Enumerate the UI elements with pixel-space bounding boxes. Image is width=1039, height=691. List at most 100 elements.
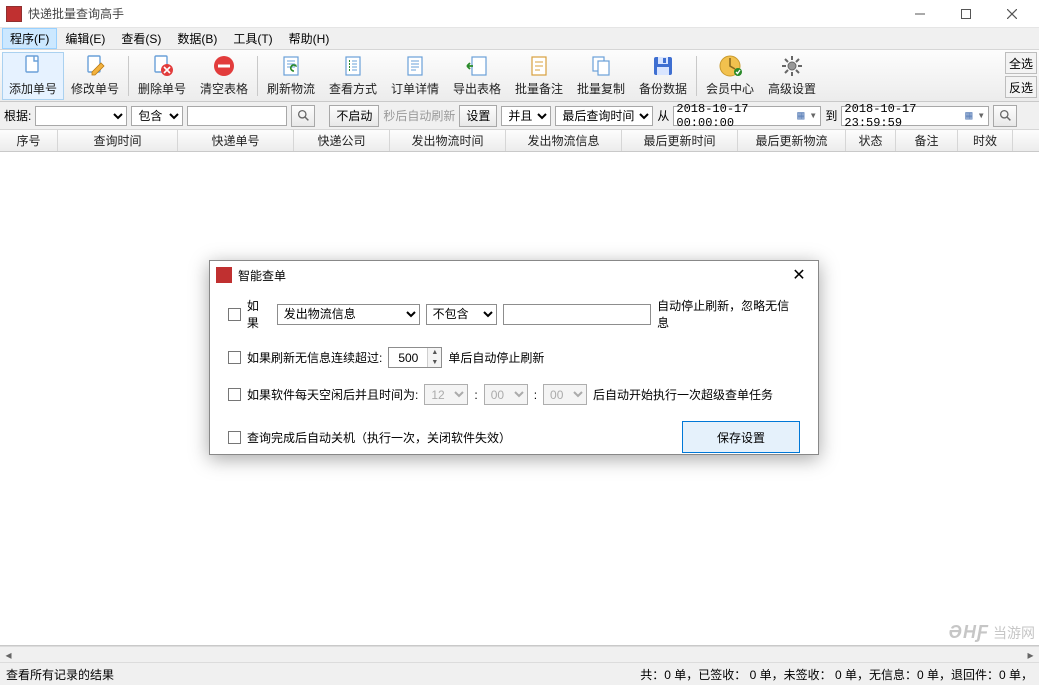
dialog-row-4: 查询完成后自动关机（执行一次，关闭软件失效） 保存设置 bbox=[228, 421, 800, 453]
column-header[interactable]: 最后更新物流 bbox=[738, 130, 846, 151]
dialog-row-1: 如果 发出物流信息 不包含 自动停止刷新，忽略无信息 bbox=[228, 297, 800, 331]
note-icon bbox=[527, 54, 551, 78]
auto-refresh-suffix: 秒后自动刷新 bbox=[383, 107, 455, 124]
dialog-row-2: 如果刷新无信息连续超过: ▲▼ 单后自动停止刷新 bbox=[228, 347, 800, 368]
column-header[interactable]: 序号 bbox=[0, 130, 58, 151]
minute-select[interactable]: 00 bbox=[484, 384, 528, 405]
doc-add-icon bbox=[21, 54, 45, 78]
second-select[interactable]: 00 bbox=[543, 384, 587, 405]
member-icon bbox=[718, 54, 742, 78]
filter-value-input[interactable] bbox=[187, 106, 287, 126]
filter-root-label: 根据: bbox=[4, 107, 31, 124]
column-header[interactable]: 快递公司 bbox=[294, 130, 390, 151]
detail-icon bbox=[403, 54, 427, 78]
gear-icon bbox=[780, 54, 804, 78]
save-settings-button[interactable]: 保存设置 bbox=[682, 421, 800, 453]
tool-refresh[interactable]: 刷新物流 bbox=[260, 52, 322, 100]
column-header[interactable]: 最后更新时间 bbox=[622, 130, 738, 151]
column-header[interactable]: 快递单号 bbox=[178, 130, 294, 151]
maximize-button[interactable] bbox=[943, 0, 989, 28]
doc-edit-icon bbox=[83, 54, 107, 78]
minimize-button[interactable] bbox=[897, 0, 943, 28]
tool-export[interactable]: 导出表格 bbox=[446, 52, 508, 100]
tool-member[interactable]: 会员中心 bbox=[699, 52, 761, 100]
op-select[interactable]: 不包含 bbox=[426, 304, 497, 325]
checkbox-idle[interactable] bbox=[228, 388, 241, 401]
side-button-1[interactable]: 反选 bbox=[1005, 76, 1037, 98]
window-title: 快递批量查询高手 bbox=[28, 5, 124, 22]
dialog-close-button[interactable]: ✕ bbox=[786, 265, 812, 285]
value-input[interactable] bbox=[503, 304, 651, 325]
label-from: 从 bbox=[657, 107, 669, 124]
no-start-button[interactable]: 不启动 bbox=[329, 105, 379, 127]
menu-bar: 程序(F)编辑(E)查看(S)数据(B)工具(T)帮助(H) bbox=[0, 28, 1039, 50]
tool-label: 订单详情 bbox=[391, 80, 439, 97]
menu-5[interactable]: 帮助(H) bbox=[281, 28, 338, 49]
menu-1[interactable]: 编辑(E) bbox=[57, 28, 113, 49]
save-icon bbox=[651, 54, 675, 78]
scroll-right-icon[interactable]: ▸ bbox=[1022, 647, 1039, 662]
toolbar: 添加单号修改单号删除单号清空表格刷新物流查看方式订单详情导出表格批量备注批量复制… bbox=[0, 50, 1039, 102]
tool-doc-edit[interactable]: 修改单号 bbox=[64, 52, 126, 100]
settings-button[interactable]: 设置 bbox=[459, 105, 497, 127]
column-header[interactable]: 查询时间 bbox=[58, 130, 178, 151]
view-icon bbox=[341, 54, 365, 78]
tool-label: 会员中心 bbox=[706, 80, 754, 97]
status-right: 共：0 单，已签收： 0 单，未签收： 0 单，无信息：0 单，退回件：0 单， bbox=[640, 666, 1033, 683]
label-to: 到 bbox=[825, 107, 837, 124]
filter-bar: 根据: 包含 不启动 秒后自动刷新 设置 并且 最后查询时间 从 2018-10… bbox=[0, 102, 1039, 130]
checkbox-consecutive[interactable] bbox=[228, 351, 241, 364]
tool-detail[interactable]: 订单详情 bbox=[384, 52, 446, 100]
column-header[interactable]: 备注 bbox=[896, 130, 958, 151]
tool-label: 删除单号 bbox=[138, 80, 186, 97]
filter-and-select[interactable]: 并且 bbox=[501, 106, 551, 126]
date-to-input[interactable]: 2018-10-17 23:59:59▦▾ bbox=[841, 106, 989, 126]
tool-doc-add[interactable]: 添加单号 bbox=[2, 52, 64, 100]
tool-label: 导出表格 bbox=[453, 80, 501, 97]
tool-gear[interactable]: 高级设置 bbox=[761, 52, 823, 100]
menu-0[interactable]: 程序(F) bbox=[2, 28, 57, 49]
table-header: 序号查询时间快递单号快递公司发出物流时间发出物流信息最后更新时间最后更新物流状态… bbox=[0, 130, 1039, 152]
menu-2[interactable]: 查看(S) bbox=[113, 28, 169, 49]
date-from-input[interactable]: 2018-10-17 00:00:00▦▾ bbox=[673, 106, 821, 126]
menu-4[interactable]: 工具(T) bbox=[225, 28, 280, 49]
filter-time-select[interactable]: 最后查询时间 bbox=[555, 106, 653, 126]
tool-label: 添加单号 bbox=[9, 80, 57, 97]
export-icon bbox=[465, 54, 489, 78]
tool-view[interactable]: 查看方式 bbox=[322, 52, 384, 100]
tool-save[interactable]: 备份数据 bbox=[632, 52, 694, 100]
hour-select[interactable]: 12 bbox=[424, 384, 468, 405]
doc-del-icon bbox=[150, 54, 174, 78]
filter-contain-select[interactable]: 包含 bbox=[131, 106, 183, 126]
column-header[interactable]: 发出物流时间 bbox=[390, 130, 506, 151]
search-date-button[interactable] bbox=[993, 105, 1017, 127]
column-header[interactable]: 状态 bbox=[846, 130, 896, 151]
calendar-icon: ▦ bbox=[797, 108, 809, 123]
column-header[interactable]: 发出物流信息 bbox=[506, 130, 622, 151]
app-icon bbox=[6, 6, 22, 22]
tool-label: 批量备注 bbox=[515, 80, 563, 97]
watermark: ƏHƑ 当游网 bbox=[949, 622, 1035, 643]
field-select[interactable]: 发出物流信息 bbox=[277, 304, 420, 325]
horizontal-scrollbar[interactable]: ◂ ▸ bbox=[0, 646, 1039, 663]
dialog-title: 智能查单 bbox=[238, 267, 286, 284]
tool-clear[interactable]: 清空表格 bbox=[193, 52, 255, 100]
filter-field-select[interactable] bbox=[35, 106, 127, 126]
dialog-icon bbox=[216, 267, 232, 283]
count-spinner[interactable]: ▲▼ bbox=[388, 347, 442, 368]
tool-copy[interactable]: 批量复制 bbox=[570, 52, 632, 100]
menu-3[interactable]: 数据(B) bbox=[169, 28, 225, 49]
checkbox-stop-refresh[interactable] bbox=[228, 308, 241, 321]
clear-icon bbox=[212, 54, 236, 78]
checkbox-shutdown[interactable] bbox=[228, 431, 241, 444]
tool-doc-del[interactable]: 删除单号 bbox=[131, 52, 193, 100]
search-button[interactable] bbox=[291, 105, 315, 127]
toolbar-separator bbox=[128, 56, 129, 96]
dialog-titlebar: 智能查单 ✕ bbox=[210, 261, 818, 289]
column-header[interactable]: 时效 bbox=[958, 130, 1013, 151]
close-button[interactable] bbox=[989, 0, 1035, 28]
titlebar: 快递批量查询高手 bbox=[0, 0, 1039, 28]
tool-note[interactable]: 批量备注 bbox=[508, 52, 570, 100]
scroll-left-icon[interactable]: ◂ bbox=[0, 647, 17, 662]
side-button-0[interactable]: 全选 bbox=[1005, 52, 1037, 74]
